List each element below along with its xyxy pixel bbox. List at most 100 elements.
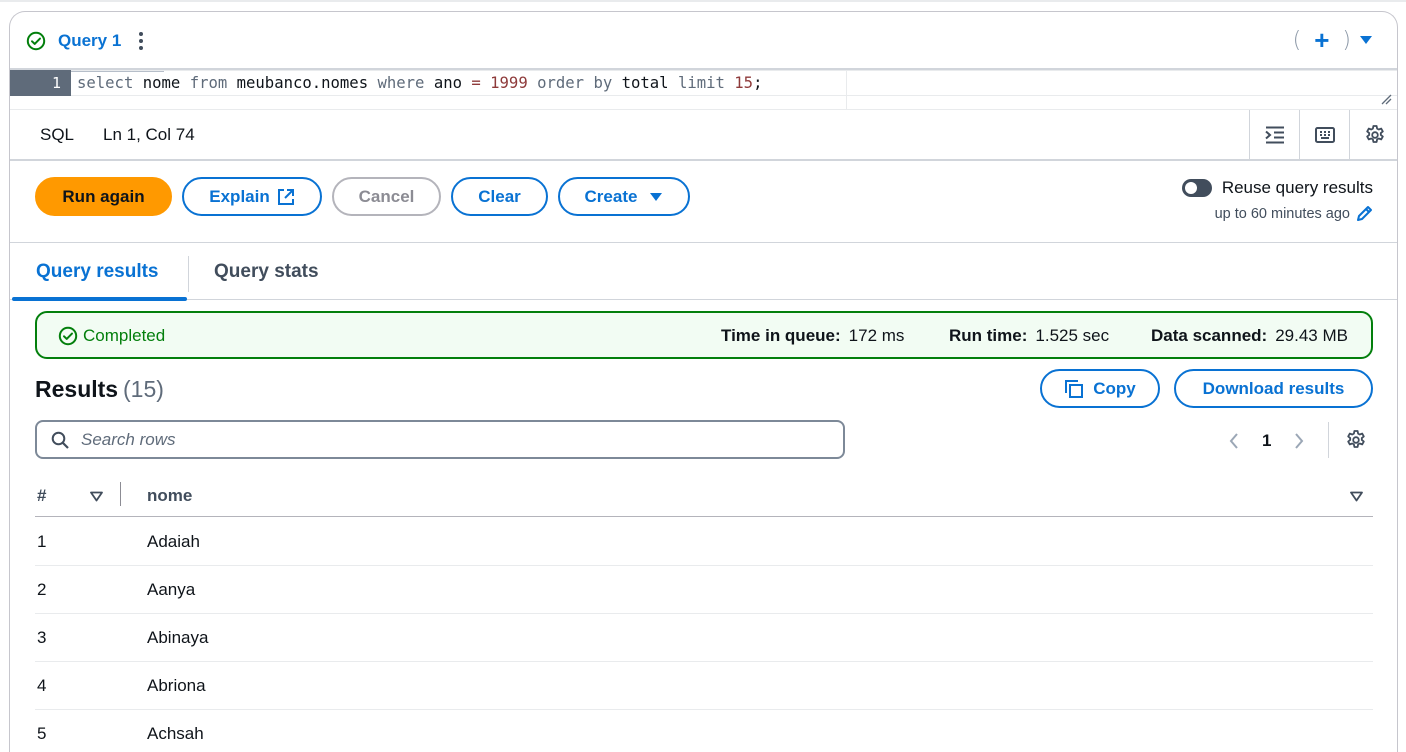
- download-results-button[interactable]: Download results: [1174, 369, 1373, 408]
- create-label: Create: [584, 186, 638, 206]
- run-again-button[interactable]: Run again: [35, 177, 172, 216]
- search-rows-field[interactable]: [35, 420, 845, 459]
- tab-controls: ( + ): [1293, 26, 1373, 54]
- tab-menu-caret-icon[interactable]: [1359, 33, 1373, 47]
- paren-right: ): [1342, 27, 1351, 53]
- results-count: (15): [123, 376, 164, 402]
- time-in-queue-label: Time in queue:: [721, 326, 841, 345]
- sql-token: total: [621, 74, 669, 92]
- column-header-index[interactable]: #: [37, 486, 46, 506]
- editor-settings-button[interactable]: [1349, 110, 1397, 159]
- clear-label: Clear: [478, 186, 521, 206]
- format-button[interactable]: [1249, 110, 1299, 159]
- line-gutter: 1: [10, 70, 71, 96]
- cancel-button[interactable]: Cancel: [332, 177, 441, 216]
- row-index: 5: [37, 724, 47, 743]
- table-settings-icon[interactable]: [1346, 430, 1366, 450]
- table-row[interactable]: 5 Achsah: [35, 710, 1373, 752]
- table-row[interactable]: 4 Abriona: [35, 662, 1373, 710]
- table-row[interactable]: 1 Adaiah: [35, 518, 1373, 566]
- row-nome: Achsah: [147, 724, 204, 743]
- run-time-value: 1.525 sec: [1035, 326, 1110, 345]
- external-link-icon: [277, 188, 294, 205]
- success-check-icon: [58, 326, 78, 346]
- pagination: 1: [1228, 429, 1305, 453]
- clear-button[interactable]: Clear: [451, 177, 548, 216]
- data-scanned-label: Data scanned:: [1151, 326, 1268, 345]
- download-results-label: Download results: [1202, 378, 1345, 398]
- copy-button[interactable]: Copy: [1040, 369, 1160, 408]
- query-editor-panel: Query 1 ( + ) 1 select nome from meubanc…: [9, 11, 1398, 752]
- row-nome: Aanya: [147, 580, 196, 599]
- row-index: 1: [37, 532, 47, 551]
- pagination-separator: [1328, 422, 1329, 458]
- query-tab[interactable]: Query 1: [13, 12, 165, 72]
- gear-icon: [1365, 124, 1384, 143]
- row-nome: Abinaya: [147, 628, 209, 647]
- sort-caret-icon[interactable]: [1350, 491, 1363, 502]
- data-scanned-value: 29.43 MB: [1275, 326, 1348, 345]
- current-page[interactable]: 1: [1262, 431, 1271, 451]
- tab-separator: [188, 256, 189, 292]
- results-title: Results: [35, 376, 119, 402]
- prev-page-icon[interactable]: [1228, 432, 1240, 450]
- run-again-label: Run again: [62, 186, 145, 206]
- reuse-results-toggle[interactable]: [1181, 179, 1212, 197]
- column-header-nome[interactable]: nome: [147, 486, 192, 506]
- resize-handle-icon[interactable]: [1379, 92, 1392, 105]
- explain-button[interactable]: Explain: [182, 177, 322, 216]
- sql-token: 1999: [490, 74, 528, 92]
- print-margin: [846, 70, 847, 110]
- sql-token: select: [77, 74, 134, 92]
- run-time-label: Run time:: [949, 326, 1028, 345]
- keyboard-shortcuts-button[interactable]: [1299, 110, 1349, 159]
- sort-caret-icon[interactable]: [90, 491, 103, 502]
- sql-editor[interactable]: 1 select nome from meubanco.nomes where …: [10, 70, 1397, 110]
- explain-label: Explain: [209, 186, 270, 206]
- sql-token: from: [189, 74, 228, 92]
- sql-code[interactable]: select nome from meubanco.nomes where an…: [77, 74, 762, 92]
- tab-query-results[interactable]: Query results: [36, 261, 159, 283]
- column-divider[interactable]: [120, 482, 121, 506]
- reuse-results-label: Reuse query results: [1221, 178, 1373, 197]
- table-row[interactable]: 2 Aanya: [35, 566, 1373, 614]
- create-button[interactable]: Create: [558, 177, 690, 216]
- reuse-results-duration: up to 60 minutes ago: [1214, 205, 1350, 222]
- cancel-label: Cancel: [358, 186, 415, 206]
- search-rows-input[interactable]: [81, 429, 821, 451]
- completed-status: Completed: [83, 326, 166, 345]
- code-line[interactable]: select nome from meubanco.nomes where an…: [71, 70, 1397, 96]
- copy-label: Copy: [1093, 378, 1136, 398]
- more-actions-icon[interactable]: [138, 30, 144, 52]
- line-number: 1: [51, 74, 61, 92]
- time-in-queue-value: 172 ms: [848, 326, 905, 345]
- add-tab-button[interactable]: +: [1314, 27, 1329, 53]
- edit-pencil-icon[interactable]: [1356, 205, 1373, 222]
- query-tab-bar: Query 1 ( + ): [10, 12, 1397, 72]
- sql-token: ano: [433, 74, 462, 92]
- sql-token: ;: [753, 74, 763, 92]
- cursor-position: Ln 1, Col 74: [103, 125, 195, 144]
- run-time: Run time: 1.525 sec: [949, 326, 1109, 346]
- copy-icon: [1065, 379, 1084, 398]
- success-check-icon: [26, 31, 46, 51]
- sql-token: order by: [537, 74, 613, 92]
- query-action-bar: Run again Explain Cancel Clear Create Re…: [10, 163, 1397, 243]
- editor-status-bar: SQL Ln 1, Col 74: [10, 110, 1397, 161]
- tab-query-stats[interactable]: Query stats: [214, 261, 319, 283]
- data-scanned: Data scanned: 29.43 MB: [1151, 326, 1348, 346]
- sql-token: meubanco.nomes: [236, 74, 369, 92]
- active-tab-indicator: [12, 297, 187, 301]
- keyboard-icon: [1314, 126, 1335, 143]
- row-index: 3: [37, 628, 47, 647]
- next-page-icon[interactable]: [1293, 432, 1305, 450]
- table-row[interactable]: 3 Abinaya: [35, 614, 1373, 662]
- reuse-results-control: Reuse query results up to 60 minutes ago: [1181, 178, 1373, 222]
- language-label: SQL: [40, 125, 75, 144]
- sql-token: =: [461, 74, 491, 92]
